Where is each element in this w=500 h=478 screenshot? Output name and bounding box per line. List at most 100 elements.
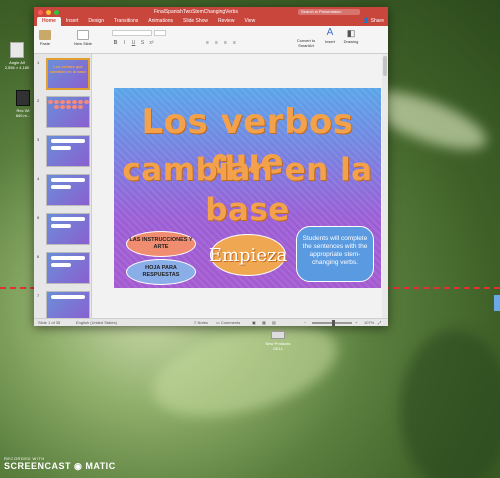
normal-view-button[interactable]: ▣ [252, 319, 256, 327]
window-controls [34, 9, 59, 15]
new-slide-button[interactable]: New Slide [74, 30, 92, 46]
tab-review[interactable]: Review [213, 17, 239, 26]
minimize-window-button[interactable] [46, 9, 51, 15]
font-size-select[interactable] [154, 30, 166, 36]
paste-button[interactable]: Paste [37, 30, 53, 46]
clipboard-icon [39, 30, 51, 40]
hover-item-label: New Products GELL [265, 341, 291, 351]
title-bar: FinalSpanishTwoStemChangingVerbs Search … [34, 7, 388, 17]
screencast-watermark: RECORDED WITH SCREENCAST ◉ MATIC [4, 456, 116, 472]
comment-icon: ▭ [216, 320, 220, 325]
thumbnail-title: Los verbos que cambian en la base [49, 64, 87, 74]
reading-view-button[interactable]: ▤ [272, 319, 276, 327]
slide-thumbnail-panel: 1 Los verbos que cambian en la base 2 3 … [34, 54, 92, 318]
align-right-button[interactable]: ≡ [222, 40, 229, 46]
justify-button[interactable]: ≡ [231, 40, 238, 46]
start-button[interactable]: Empieza [209, 234, 287, 276]
editor-area: 1 Los verbos que cambian en la base 2 3 … [34, 54, 388, 318]
share-label: Share [370, 18, 384, 24]
thumbnail-number: 7 [37, 293, 40, 298]
zoom-slider-knob[interactable] [332, 320, 335, 326]
align-center-button[interactable]: ≡ [213, 40, 220, 46]
thumbnail-number: 5 [37, 215, 40, 220]
desktop-hover-item[interactable]: New Products GELL [263, 331, 293, 351]
notes-label: Notes [197, 320, 208, 325]
convert-smartart-button[interactable]: Convert to SmartArt [294, 38, 318, 48]
slide-canvas: Los verbos que cambian en la base LAS IN… [92, 54, 388, 318]
desktop-file-label: Angie Alf 2,556 × 4,180 [4, 60, 30, 70]
slide-title-line2: cambian en la base [122, 152, 373, 228]
tab-animations[interactable]: Animations [143, 17, 178, 26]
instructions-button[interactable]: LAS INSTRUCCIONES Y ARTE [126, 231, 196, 257]
vertical-scrollbar[interactable] [382, 54, 388, 318]
zoom-in-button[interactable]: + [355, 319, 357, 327]
drawing-label: Drawing [343, 39, 359, 44]
zoom-window-button[interactable] [54, 9, 59, 15]
video-file-icon [16, 90, 30, 106]
italic-button[interactable]: I [121, 40, 128, 46]
paragraph-buttons: ≡ ≡ ≡ ≡ [204, 40, 238, 46]
align-left-button[interactable]: ≡ [204, 40, 211, 46]
status-bar: Slide 1 of 35 English (United States) ≡ … [34, 318, 388, 326]
font-family-select[interactable] [112, 30, 152, 36]
zoom-level[interactable]: 107% [364, 319, 374, 327]
answer-sheet-button[interactable]: HOJA PARA RESPUESTAS [126, 259, 196, 285]
current-slide[interactable]: Los verbos que cambian en la base LAS IN… [114, 88, 381, 288]
language-indicator[interactable]: English (United States) [76, 319, 117, 327]
drawing-button[interactable]: ◧ Drawing [342, 28, 360, 44]
zoom-out-button[interactable]: − [304, 319, 306, 327]
zoom-slider[interactable] [312, 320, 352, 326]
sorter-view-button[interactable]: ▦ [262, 319, 266, 327]
watermark-line2: SCREENCAST ◉ MATIC [4, 461, 116, 471]
comments-label: Comments [220, 320, 241, 325]
underline-button[interactable]: U [130, 40, 137, 46]
thumbnail-number: 6 [37, 254, 40, 259]
insert-button[interactable]: A Insert [322, 28, 338, 45]
search-input[interactable]: Search in Presentation [298, 9, 360, 15]
new-slide-label: New Slide [74, 41, 93, 46]
desktop-edge-item [494, 295, 500, 311]
comments-button[interactable]: ▭ Comments [216, 319, 240, 327]
share-button[interactable]: 👤 Share [363, 18, 384, 24]
thumbnail-number: 2 [37, 98, 40, 103]
slide-thumbnail[interactable] [46, 252, 90, 284]
tab-view[interactable]: View [239, 17, 260, 26]
close-window-button[interactable] [38, 9, 43, 15]
tab-transitions[interactable]: Transitions [109, 17, 143, 26]
tab-insert[interactable]: Insert [61, 17, 84, 26]
description-callout: Students will complete the sentences wit… [296, 226, 374, 282]
tab-home[interactable]: Home [37, 17, 61, 26]
insert-label: Insert [324, 39, 335, 44]
person-icon: 👤 [363, 18, 370, 24]
notes-icon: ≡ [194, 320, 197, 325]
desktop-file-icon[interactable]: Angie Alf 2,556 × 4,180 [2, 42, 32, 70]
convert-smartart-label: Convert to SmartArt [296, 38, 316, 48]
slide-count: Slide 1 of 35 [38, 320, 61, 325]
window-title: FinalSpanishTwoStemChangingVerbs [154, 9, 238, 15]
slide-thumbnail[interactable] [46, 174, 90, 206]
superscript-button[interactable]: x² [148, 40, 155, 46]
shapes-icon: ◧ [346, 28, 356, 38]
slide-thumbnail[interactable] [46, 135, 90, 167]
thumbnail-number: 3 [37, 137, 40, 142]
thumbnail-number: 4 [37, 176, 40, 181]
slide-thumbnail[interactable] [46, 291, 90, 318]
background-blur-shape [400, 330, 500, 478]
slide-thumbnail[interactable] [46, 96, 90, 128]
notes-button[interactable]: ≡ Notes [194, 319, 208, 327]
strikethrough-button[interactable]: S [139, 40, 146, 46]
ribbon-tab-bar: Home Insert Design Transitions Animation… [34, 17, 388, 26]
tab-design[interactable]: Design [83, 17, 109, 26]
tab-slide-show[interactable]: Slide Show [178, 17, 213, 26]
slide-thumbnail[interactable]: Los verbos que cambian en la base [46, 58, 90, 90]
scrollbar-thumb[interactable] [383, 56, 387, 76]
fit-window-button[interactable]: ⤢ [378, 319, 381, 327]
bold-button[interactable]: B [112, 40, 119, 46]
document-icon [10, 42, 24, 58]
thumbnail-dots [47, 97, 89, 109]
file-preview-icon [271, 331, 285, 339]
slide-icon [77, 30, 89, 40]
powerpoint-window: FinalSpanishTwoStemChangingVerbs Search … [34, 7, 388, 326]
ribbon-toolbar: Paste New Slide B I U S x² ≡ ≡ ≡ ≡ Conve… [34, 26, 388, 54]
slide-thumbnail[interactable] [46, 213, 90, 245]
